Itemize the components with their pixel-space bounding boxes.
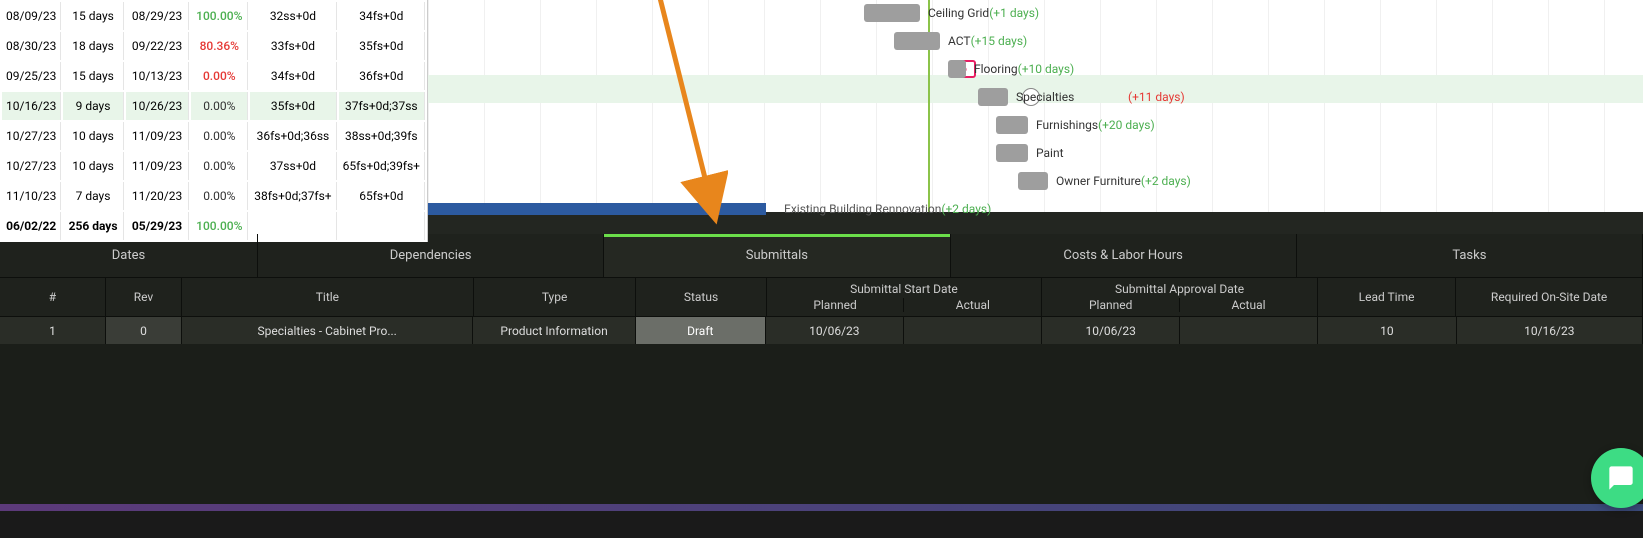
tab-dependencies[interactable]: Dependencies [258,234,604,277]
submittals-header: # Rev Title Type Status Submittal Start … [0,278,1643,316]
tab-tasks[interactable]: Tasks [1297,234,1643,277]
gantt-bar-label: Flooring(+10 days) [974,62,1074,76]
gantt-bar[interactable]: Flooring(+10 days) [948,60,966,78]
cell-onsite: 10/16/23 [1457,317,1643,344]
task-row[interactable]: 11/10/237 days11/20/230.00%38fs+0d;37fs+… [2,182,425,210]
submittals-table: # Rev Title Type Status Submittal Start … [0,278,1643,344]
cell-number: 1 [0,317,106,344]
gantt-bar[interactable]: Specialties [978,88,1008,106]
upper-pane: 08/09/2315 days08/29/23100.00%32ss+0d34f… [0,0,1643,212]
gantt-bar-label: Paint [1036,146,1064,160]
gantt-bar[interactable]: Paint [996,144,1028,162]
cell-approval-planned: 10/06/23 [1042,317,1180,344]
cell-start-planned: 10/06/23 [766,317,904,344]
gantt-bar[interactable]: Owner Furniture(+2 days) [1018,172,1048,190]
tab-dates[interactable]: Dates [0,234,258,277]
gantt-bar[interactable]: ACT(+15 days) [894,32,940,50]
task-row[interactable]: 08/09/2315 days08/29/23100.00%32ss+0d34f… [2,2,425,30]
cell-title: Specialties - Cabinet Pro... [182,317,473,344]
submittal-row[interactable]: 1 0 Specialties - Cabinet Pro... Product… [0,316,1643,344]
gantt-chart[interactable]: 9Ceiling Grid(+1 days)9ACT(+15 days)6Flo… [428,0,1643,212]
tab-submittals[interactable]: Submittals [604,234,950,277]
task-row[interactable]: 10/27/2310 days11/09/230.00%37ss+0d65fs+… [2,152,425,180]
col-status[interactable]: Status [636,278,766,316]
col-lead[interactable]: Lead Time [1318,278,1456,316]
task-table[interactable]: 08/09/2315 days08/29/23100.00%32ss+0d34f… [0,0,428,242]
footer-bar [0,504,1643,511]
gantt-summary-bar [428,203,766,215]
col-rev[interactable]: Rev [106,278,182,316]
task-row[interactable]: 09/25/2315 days10/13/230.00%34fs+0d36fs+… [2,62,425,90]
gantt-bar-label: ACT(+15 days) [948,34,1027,48]
cell-status[interactable]: Draft [636,317,766,344]
task-row[interactable]: 10/27/2310 days11/09/230.00%36fs+0d;36ss… [2,122,425,150]
cell-type: Product Information [473,317,635,344]
task-row[interactable]: 10/16/239 days10/26/230.00%35fs+0d37fs+0… [2,92,425,120]
cell-start-actual [904,317,1042,344]
gantt-bar-row[interactable]: Specialties (+11 days) [428,83,1643,111]
cell-lead: 10 [1318,317,1456,344]
gantt-summary-row[interactable]: Existing Building Rennovation(+2 days) [428,195,1643,223]
gantt-bar-row[interactable]: Paint [428,139,1643,167]
task-row[interactable]: 08/30/2318 days09/22/2380.36%33fs+0d35fs… [2,32,425,60]
col-type[interactable]: Type [474,278,637,316]
gantt-bar-label: Owner Furniture(+2 days) [1056,174,1191,188]
gantt-bar[interactable]: Ceiling Grid(+1 days) [864,4,920,22]
gantt-bar-label: Specialties [1016,90,1074,104]
gantt-bar-row[interactable]: Owner Furniture(+2 days) [428,167,1643,195]
gantt-bar-row[interactable]: 9Ceiling Grid(+1 days) [428,0,1643,27]
chat-button[interactable] [1591,448,1643,508]
col-onsite[interactable]: Required On-Site Date [1456,278,1643,316]
gantt-bar[interactable]: Furnishings(+20 days) [996,116,1028,134]
gantt-bar-label: Ceiling Grid(+1 days) [928,6,1039,20]
cell-approval-actual [1180,317,1318,344]
gantt-bar-row[interactable]: 9ACT(+15 days) [428,27,1643,55]
col-title[interactable]: Title [182,278,474,316]
gantt-summary-label: Existing Building Rennovation(+2 days) [784,202,991,216]
col-number[interactable]: # [0,278,106,316]
gantt-bar-row[interactable]: 6Flooring(+10 days) [428,55,1643,83]
detail-tabs: DatesDependenciesSubmittalsCosts & Labor… [0,234,1643,278]
chat-icon [1607,464,1635,492]
gantt-delay-label: (+11 days) [1128,90,1185,104]
empty-area [0,344,1643,504]
gantt-bar-label: Furnishings(+20 days) [1036,118,1155,132]
tab-costs-labor-hours[interactable]: Costs & Labor Hours [951,234,1297,277]
col-start-date[interactable]: Submittal Start Date PlannedActual [767,278,1043,316]
col-approval-date[interactable]: Submittal Approval Date PlannedActual [1042,278,1318,316]
cell-rev: 0 [106,317,182,344]
gantt-bar-row[interactable]: Furnishings(+20 days) [428,111,1643,139]
